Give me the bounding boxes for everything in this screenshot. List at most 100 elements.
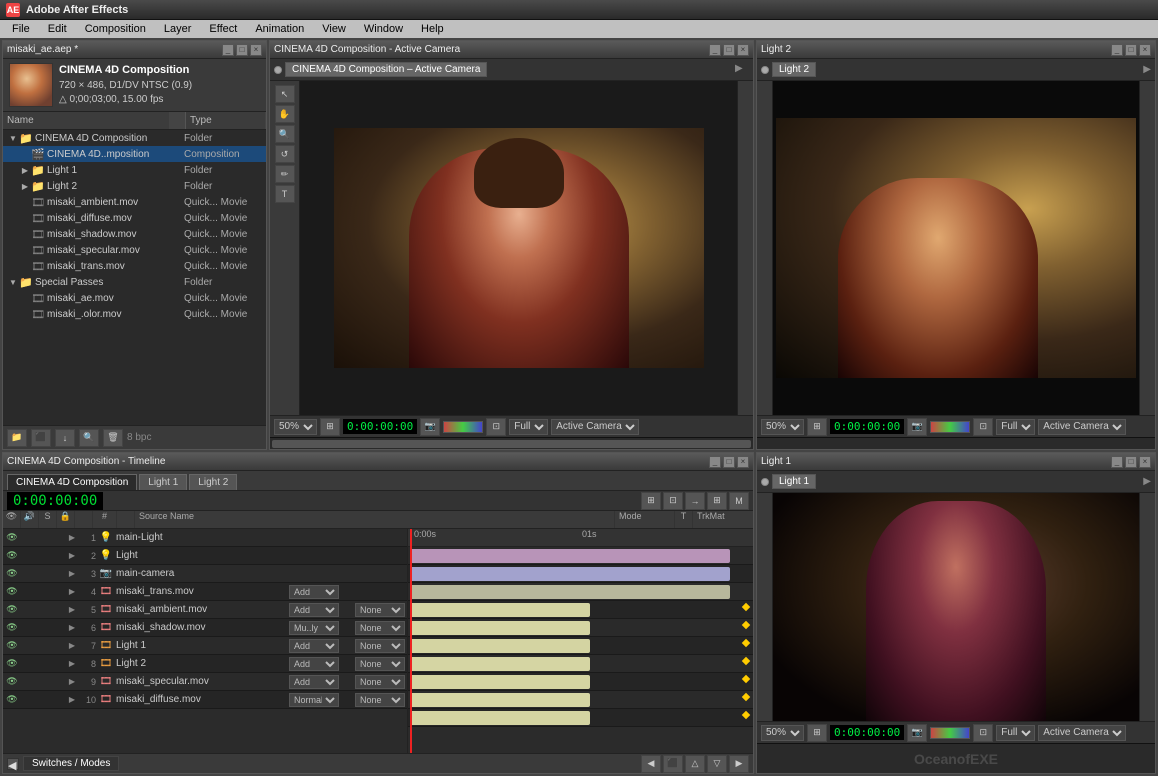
light1-scroll-right[interactable] [1139,493,1155,721]
minimize-btn[interactable]: _ [222,44,234,56]
track-lock-btn[interactable] [50,693,64,707]
track-solo-btn[interactable] [35,531,49,545]
light1-close-btn[interactable]: × [1139,456,1151,468]
track-expand-btn[interactable]: ▶ [65,693,79,707]
timeline-tab-cinema-4d-composition[interactable]: CINEMA 4D Composition [7,474,137,490]
maximize-btn[interactable]: □ [236,44,248,56]
zoom-fit-btn[interactable]: ⊞ [320,418,340,436]
hand-tool[interactable]: ✋ [275,105,295,123]
track-audio-btn[interactable] [20,657,34,671]
track-audio-btn[interactable] [20,639,34,653]
track-expand-btn[interactable]: ▶ [65,585,79,599]
tl-tool4[interactable]: ⊞ [707,492,727,510]
col-type-header[interactable]: Type [186,112,266,129]
track-audio-btn[interactable] [20,675,34,689]
timeline-bar-row[interactable] [408,655,753,673]
timeline-track-area[interactable]: 0:00s 01s [408,529,753,753]
menu-help[interactable]: Help [413,22,452,36]
timeline-bar-row[interactable] [408,547,753,565]
track-eye-btn[interactable]: 👁 [5,531,19,545]
track-mode-select[interactable]: Add [289,675,339,689]
track-solo-btn[interactable] [35,657,49,671]
tl-tool5[interactable]: M [729,492,749,510]
timeline-bar-row[interactable] [408,583,753,601]
menu-edit[interactable]: Edit [40,22,75,36]
file-item[interactable]: ▶📁Light 1Folder [3,162,266,178]
light2-scrollbar-bottom[interactable] [757,437,1155,449]
track-audio-btn[interactable] [20,621,34,635]
close-btn[interactable]: × [250,44,262,56]
timeline-tab-light-1[interactable]: Light 1 [139,474,187,490]
light1-minimize-btn[interactable]: _ [1111,456,1123,468]
zoom-tool[interactable]: 🔍 [275,125,295,143]
light2-camera-select[interactable]: Active Camera [1038,419,1126,435]
search-btn[interactable]: 🔍 [79,429,99,447]
viewer-options-icon[interactable]: ▶ [735,63,749,77]
light1-zoom-fit-btn[interactable]: ⊞ [807,724,827,742]
light2-quality-select[interactable]: Full [996,419,1035,435]
file-item[interactable]: 🎞misaki_shadow.movQuick... Movie [3,226,266,242]
timeline-bar-row[interactable] [408,691,753,709]
light1-camera-select[interactable]: Active Camera [1038,725,1126,741]
track-mode-select[interactable]: Mu..ly [289,621,339,635]
comp-sub-tab[interactable]: CINEMA 4D Composition – Active Camera [285,62,487,77]
track-eye-btn[interactable]: 👁 [5,567,19,581]
track-expand-btn[interactable]: ▶ [65,531,79,545]
light2-transparency-btn[interactable]: ⊡ [973,418,993,436]
track-eye-btn[interactable]: 👁 [5,693,19,707]
menu-view[interactable]: View [314,22,354,36]
light2-scroll-right[interactable] [1139,81,1155,415]
track-expand-btn[interactable]: ▶ [65,621,79,635]
timeline-bar-row[interactable] [408,601,753,619]
timeline-bar-row[interactable] [408,619,753,637]
tl-bottom-tool5[interactable]: ▶ [729,755,749,773]
track-expand-btn[interactable]: ▶ [65,639,79,653]
track-trkmat-select[interactable]: None [355,603,405,617]
track-mode-select[interactable]: Add [289,657,339,671]
track-mode-select[interactable]: Add [289,585,339,599]
light1-maximize-btn[interactable]: □ [1125,456,1137,468]
track-lock-btn[interactable] [50,675,64,689]
light1-sub-tab[interactable]: Light 1 [772,474,816,489]
track-expand-btn[interactable]: ▶ [65,549,79,563]
light2-snap-btn[interactable]: 📷 [907,418,927,436]
track-audio-btn[interactable] [20,567,34,581]
track-solo-btn[interactable] [35,585,49,599]
track-solo-btn[interactable] [35,603,49,617]
snap-btn[interactable]: 📷 [420,418,440,436]
timeline-bar-row[interactable] [408,565,753,583]
track-mode-select[interactable]: Normal [289,693,339,707]
light1-options-icon[interactable]: ▶ [1143,476,1151,487]
file-list[interactable]: ▼📁CINEMA 4D CompositionFolder🎬CINEMA 4D.… [3,130,266,425]
track-eye-btn[interactable]: 👁 [5,675,19,689]
tl-tool3[interactable]: → [685,492,705,510]
tl-bottom-tool1[interactable]: ◀ [641,755,661,773]
file-item[interactable]: 🎞misaki_.olor.movQuick... Movie [3,306,266,322]
light1-transparency-btn[interactable]: ⊡ [973,724,993,742]
timeline-tab-light-2[interactable]: Light 2 [189,474,237,490]
file-item[interactable]: ▼📁CINEMA 4D CompositionFolder [3,130,266,146]
light1-quality-select[interactable]: Full [996,725,1035,741]
track-lock-btn[interactable] [50,639,64,653]
quality-select[interactable]: Full [509,419,548,435]
track-lock-btn[interactable] [50,657,64,671]
track-eye-btn[interactable]: 👁 [5,549,19,563]
track-audio-btn[interactable] [20,531,34,545]
comp-minimize-btn[interactable]: _ [709,44,721,56]
track-trkmat-select[interactable]: None [355,657,405,671]
light2-maximize-btn[interactable]: □ [1125,44,1137,56]
tl-bottom-tool2[interactable]: ⬛ [663,755,683,773]
track-trkmat-select[interactable]: None [355,639,405,653]
track-audio-btn[interactable] [20,603,34,617]
track-audio-btn[interactable] [20,549,34,563]
viewer-scroll-right[interactable] [737,81,753,415]
timeline-close-btn[interactable]: × [737,456,749,468]
track-lock-btn[interactable] [50,603,64,617]
timeline-bar-row[interactable] [408,709,753,727]
timeline-bar-row[interactable] [408,637,753,655]
timeline-minimize-btn[interactable]: _ [709,456,721,468]
track-audio-btn[interactable] [20,585,34,599]
track-mode-select[interactable]: Add [289,639,339,653]
comp-maximize-btn[interactable]: □ [723,44,735,56]
camera-select[interactable]: Active Camera [551,419,639,435]
